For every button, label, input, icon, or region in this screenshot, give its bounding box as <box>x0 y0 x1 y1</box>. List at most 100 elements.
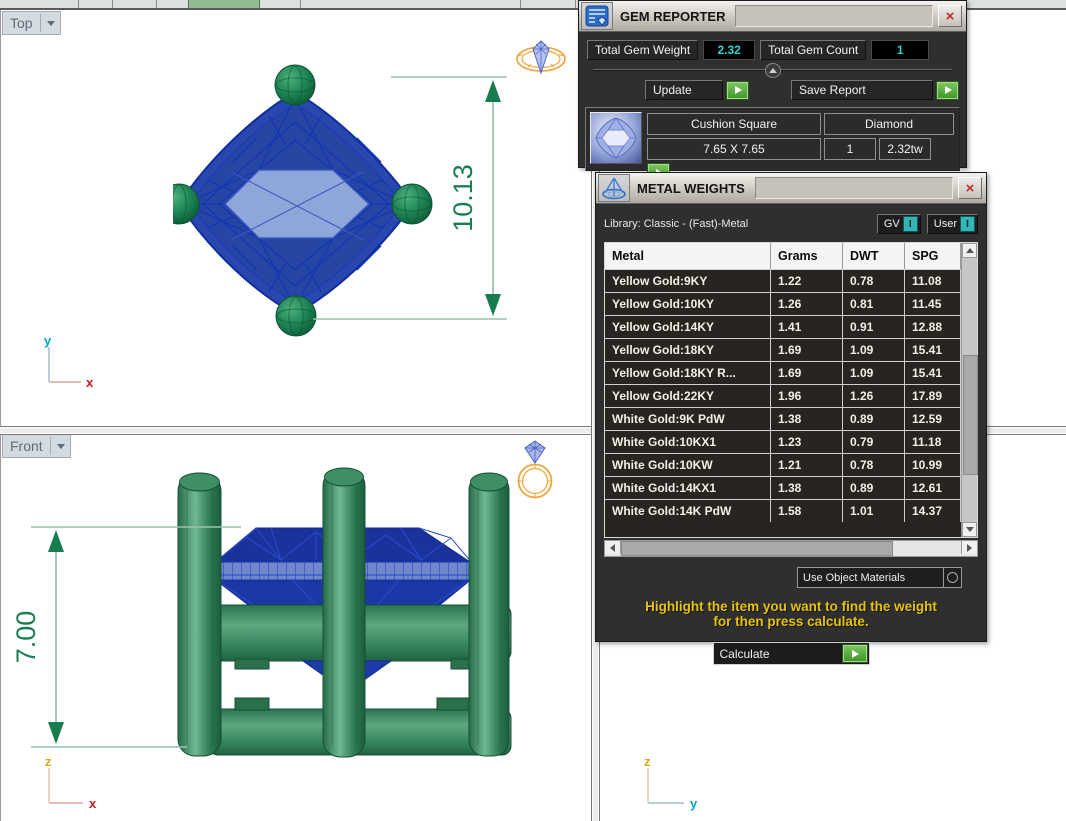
column-header: DWT <box>843 243 905 269</box>
close-button[interactable]: × <box>958 177 982 199</box>
gem-shape-cell: Cushion Square <box>647 113 821 135</box>
table-cell: 10.99 <box>905 454 961 476</box>
arrow-left-icon <box>610 544 615 552</box>
divider <box>50 437 51 455</box>
table-cell: 1.26 <box>771 293 843 315</box>
viewport-title-front[interactable]: Front <box>2 434 71 458</box>
user-toggle-button[interactable]: User I <box>927 214 978 234</box>
table-cell: 1.09 <box>843 362 905 384</box>
close-icon: × <box>946 9 955 24</box>
gem-totals-row: Total Gem Weight 2.32 Total Gem Count 1 <box>587 40 960 60</box>
table-row[interactable]: White Gold:14K PdW1.581.0114.37 <box>605 499 977 522</box>
active-tab-sliver[interactable] <box>188 0 260 8</box>
calculate-button[interactable]: Calculate <box>713 642 870 665</box>
gem-thumbnail[interactable] <box>590 112 642 164</box>
metal-weights-panel: METAL WEIGHTS × Library: Classic - (Fast… <box>595 172 987 642</box>
gem-reporter-titlebar[interactable]: GEM REPORTER × <box>579 1 966 32</box>
update-button[interactable]: Update <box>645 80 723 100</box>
table-cell: Yellow Gold:18KY <box>605 339 771 361</box>
dimension-overlay-top: 10.13 y x <box>1 10 592 426</box>
gem-material-cell: Diamond <box>824 113 954 135</box>
ring-orientation-icon <box>514 36 568 78</box>
table-cell: White Gold:14KX1 <box>605 477 771 499</box>
table-cell: 1.22 <box>771 270 843 292</box>
viewport-label: Top <box>10 15 33 31</box>
gem-reporter-panel: GEM REPORTER × Total Gem Weight 2.32 Tot… <box>578 0 967 168</box>
table-row[interactable]: White Gold:14KX11.380.8912.61 <box>605 476 977 499</box>
column-header: SPG <box>905 243 961 269</box>
column-header: Grams <box>771 243 843 269</box>
gv-toggle-button[interactable]: GV I <box>877 214 921 234</box>
chevron-up-icon <box>769 68 777 73</box>
metal-table-header: Metal Grams DWT SPG <box>605 243 977 269</box>
dimension-value: 7.00 <box>11 611 41 664</box>
gem-size-cell: 7.65 X 7.65 <box>647 138 821 160</box>
scroll-right-button[interactable] <box>961 541 977 554</box>
table-row[interactable]: White Gold:9K PdW1.380.8912.59 <box>605 407 977 430</box>
gem-row-table: Cushion Square Diamond 7.65 X 7.65 1 2.3… <box>647 112 955 166</box>
gem-weight-cell: 2.32tw <box>879 138 931 160</box>
titlebar-groove <box>755 177 953 199</box>
table-row[interactable]: Yellow Gold:18KY R...1.691.0915.41 <box>605 361 977 384</box>
total-gem-count-value: 1 <box>871 40 929 60</box>
table-cell: 1.09 <box>843 339 905 361</box>
total-gem-weight-label: Total Gem Weight <box>587 40 698 60</box>
gem-row[interactable]: Cushion Square Diamond 7.65 X 7.65 1 2.3… <box>585 107 960 171</box>
viewport-front[interactable]: Front <box>0 433 592 821</box>
table-row[interactable]: Yellow Gold:10KY1.260.8111.45 <box>605 292 977 315</box>
scrollbar-thumb[interactable] <box>963 355 978 475</box>
table-cell: Yellow Gold:14KY <box>605 316 771 338</box>
table-cell: 0.89 <box>843 477 905 499</box>
metal-table-rows: Yellow Gold:9KY1.220.7811.08Yellow Gold:… <box>605 269 977 522</box>
axis-label-z: z <box>644 754 651 769</box>
table-cell: 15.41 <box>905 339 961 361</box>
table-cell: 1.58 <box>771 500 843 522</box>
gem-reporter-buttons: Update Save Report <box>645 80 966 100</box>
table-cell: 0.79 <box>843 431 905 453</box>
divider <box>40 14 41 32</box>
metal-weights-icon <box>598 174 630 202</box>
table-cell: 1.26 <box>843 385 905 407</box>
table-cell: 0.81 <box>843 293 905 315</box>
metal-weights-titlebar[interactable]: METAL WEIGHTS × <box>596 173 986 204</box>
scroll-down-button[interactable] <box>962 522 977 537</box>
table-row[interactable]: Yellow Gold:9KY1.220.7811.08 <box>605 269 977 292</box>
table-cell: Yellow Gold:22KY <box>605 385 771 407</box>
metal-table: Metal Grams DWT SPG Yellow Gold:9KY1.220… <box>604 242 978 538</box>
table-cell: 1.69 <box>771 362 843 384</box>
toggle-indicator-icon: I <box>960 216 975 232</box>
viewport-top[interactable]: Top <box>0 10 592 426</box>
table-row[interactable]: Yellow Gold:18KY1.691.0915.41 <box>605 338 977 361</box>
horizontal-scrollbar[interactable] <box>604 540 978 557</box>
table-row[interactable]: White Gold:10KW1.210.7810.99 <box>605 453 977 476</box>
close-button[interactable]: × <box>938 5 962 27</box>
use-object-materials-toggle[interactable]: Use Object Materials <box>797 567 962 588</box>
viewport-title-top[interactable]: Top <box>2 11 61 35</box>
gem-reporter-icon <box>581 2 613 30</box>
collapse-button[interactable] <box>765 63 781 78</box>
table-cell: 0.78 <box>843 454 905 476</box>
vertical-scrollbar[interactable] <box>961 243 977 537</box>
total-gem-weight-value: 2.32 <box>703 40 755 60</box>
save-report-go-button[interactable] <box>936 81 959 100</box>
table-cell: 1.69 <box>771 339 843 361</box>
table-row[interactable]: Yellow Gold:14KY1.410.9112.88 <box>605 315 977 338</box>
calculate-go-button[interactable] <box>842 644 868 663</box>
table-cell: 11.45 <box>905 293 961 315</box>
axis-label-y: y <box>44 333 52 348</box>
table-row[interactable]: White Gold:10KX11.230.7911.18 <box>605 430 977 453</box>
save-report-button[interactable]: Save Report <box>791 80 933 100</box>
scroll-up-button[interactable] <box>962 243 977 258</box>
play-icon <box>945 86 952 94</box>
table-row[interactable]: Yellow Gold:22KY1.961.2617.89 <box>605 384 977 407</box>
scroll-left-button[interactable] <box>605 541 621 554</box>
table-cell: Yellow Gold:18KY R... <box>605 362 771 384</box>
scrollbar-thumb[interactable] <box>621 541 893 556</box>
toggle-well <box>943 568 961 587</box>
arrow-right-icon <box>967 544 972 552</box>
library-label: Library: Classic - (Fast)-Metal <box>604 218 871 230</box>
table-cell: White Gold:9K PdW <box>605 408 771 430</box>
column-header: Metal <box>605 243 771 269</box>
update-go-button[interactable] <box>726 81 749 100</box>
app-window: Top <box>0 0 1066 821</box>
